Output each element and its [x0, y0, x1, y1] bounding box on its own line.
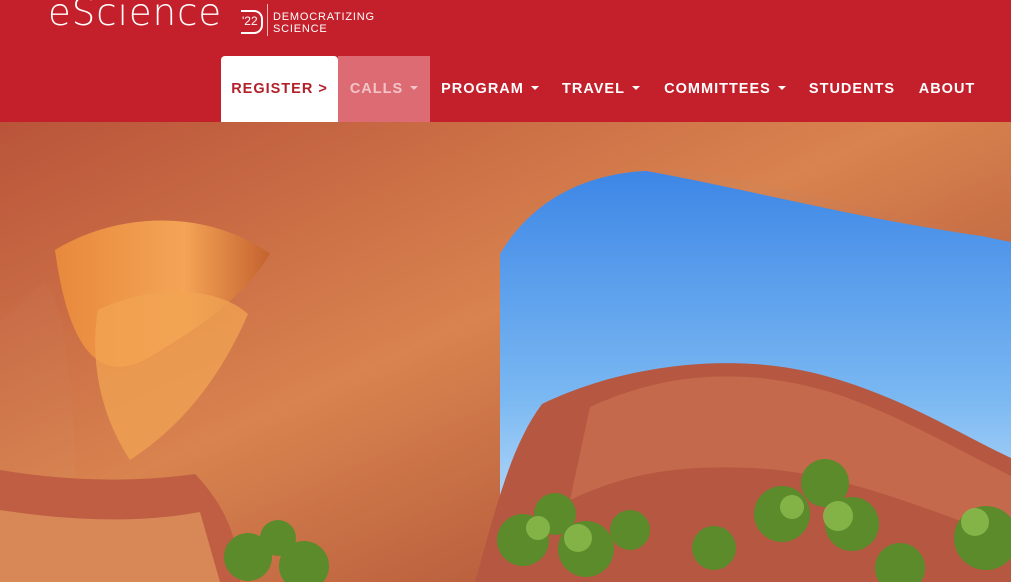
nav-committees[interactable]: COMMITTEES [652, 56, 798, 122]
logo-wordmark: eScience [48, 0, 223, 34]
logo-tagline: DEMOCRATIZING SCIENCE [273, 11, 375, 35]
logo-tagline-line2: SCIENCE [273, 23, 328, 35]
nav-students-label: STUDENTS [808, 81, 896, 97]
caret-down-icon [410, 86, 419, 90]
caret-down-icon [631, 86, 640, 90]
nav-program-label: PROGRAM [441, 81, 524, 97]
logo-divider [267, 4, 268, 36]
nav-about-label: ABOUT [918, 81, 976, 97]
logo-year-text: '22 [242, 14, 258, 28]
nav-travel[interactable]: TRAVEL [550, 56, 652, 122]
nav-about[interactable]: ABOUT [906, 56, 988, 122]
nav-calls-label: CALLS [349, 81, 404, 97]
top-navbar: eScience '22 DEMOCRATIZING SCIENCE REGIS… [0, 0, 1011, 122]
nav-travel-label: TRAVEL [562, 81, 625, 97]
hero-image [0, 122, 1011, 582]
nav-calls[interactable]: CALLS [338, 56, 430, 122]
caret-down-icon [530, 86, 539, 90]
logo-year-badge: '22 [241, 10, 263, 34]
caret-down-icon [777, 86, 786, 90]
nav-register-label: REGISTER > [231, 81, 328, 97]
logo-tagline-line1: DEMOCRATIZING [273, 11, 375, 23]
nav-program[interactable]: PROGRAM [430, 56, 550, 122]
nav-students[interactable]: STUDENTS [798, 56, 906, 122]
hero-banner [0, 122, 1011, 582]
nav-register[interactable]: REGISTER > [221, 56, 338, 122]
nav-committees-label: COMMITTEES [664, 81, 771, 97]
